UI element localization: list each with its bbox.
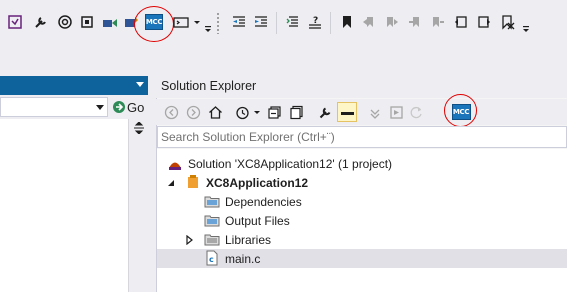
vs-icon[interactable] (6, 12, 24, 32)
left-pane-content (0, 119, 128, 292)
toolbar-separator (330, 12, 331, 34)
tree-item-label: Output Files (225, 213, 290, 228)
wrench-icon[interactable] (32, 12, 50, 32)
history-icon[interactable] (232, 102, 252, 122)
search-input[interactable]: Search Solution Explorer (Ctrl+¨) (157, 126, 567, 148)
project-icon (188, 175, 198, 188)
tree-item-dependencies[interactable]: Dependencies (157, 192, 567, 211)
main-toolbar: MCC ? (0, 0, 567, 46)
console-icon[interactable] (172, 12, 190, 32)
folder-icon (204, 215, 220, 227)
bookmark-folder-icon[interactable] (452, 12, 470, 32)
next-bookmark-icon[interactable] (383, 12, 401, 32)
solution-icon (169, 162, 181, 170)
next-in-file-icon[interactable] (429, 12, 447, 32)
clear-bookmarks-icon[interactable] (498, 12, 516, 32)
refresh-icon[interactable] (406, 102, 426, 122)
comment-icon[interactable] (284, 12, 302, 32)
chip-icon[interactable] (78, 12, 96, 32)
tree-item-libraries[interactable]: Libraries (157, 230, 567, 249)
navigation-combo[interactable] (0, 97, 108, 117)
bookmark-next-folder-icon[interactable] (475, 12, 493, 32)
left-pane-titlebar (0, 76, 148, 95)
tree-item-project[interactable]: XC8Application12 (157, 173, 567, 192)
help-icon[interactable]: ? (306, 12, 324, 32)
go-label: Go (127, 99, 145, 115)
tree-item-label: XC8Application12 (206, 175, 309, 190)
target-icon[interactable] (56, 12, 74, 32)
go-arrow-icon (113, 101, 125, 113)
collapse-all-icon[interactable] (264, 102, 284, 122)
solution-tree: Solution 'XC8Application12' (1 project) … (157, 149, 567, 292)
tree-item-label: Dependencies (225, 194, 302, 209)
mcc-icon[interactable]: MCC (451, 102, 471, 122)
prev-bookmark-icon[interactable] (360, 12, 378, 32)
tree-item-main-c[interactable]: c main.c (157, 249, 567, 268)
tree-item-label: main.c (225, 251, 261, 266)
chevron-down-icon[interactable] (193, 12, 201, 32)
solution-explorer-toolbar: MCC (156, 94, 567, 127)
tree-item-solution[interactable]: Solution 'XC8Application12' (1 project) (157, 154, 567, 173)
chevron-down-icon[interactable] (136, 82, 144, 87)
collapsed-icon[interactable] (185, 235, 195, 245)
bookmark-icon[interactable] (338, 12, 356, 32)
preview-selected-icon[interactable] (337, 102, 357, 122)
mcc-label: MCC (144, 14, 164, 30)
tree-item-output-files[interactable]: Output Files (157, 211, 567, 230)
c-file-icon: c (206, 250, 218, 266)
toolbar-grip[interactable] (216, 12, 220, 34)
expanded-icon[interactable] (166, 178, 176, 188)
overflow-icon[interactable] (204, 12, 212, 32)
pane-splitter[interactable] (148, 70, 156, 292)
tree-item-label: Solution 'XC8Application12' (1 project) (188, 156, 393, 171)
show-all-files-icon[interactable] (286, 102, 306, 122)
home-icon[interactable] (205, 102, 225, 122)
folder-icon (204, 234, 220, 246)
mcc-label: MCC (451, 104, 471, 120)
vertical-scrollbar[interactable] (128, 119, 148, 292)
split-icon[interactable] (134, 122, 144, 134)
solution-explorer-title: Solution Explorer (156, 74, 567, 98)
properties-wrench-icon[interactable] (315, 102, 335, 122)
folder-icon (204, 196, 220, 208)
svg-text:?: ? (313, 16, 318, 26)
back-icon[interactable] (161, 102, 181, 122)
sync-icon[interactable] (365, 102, 385, 122)
toolbar-separator (276, 12, 277, 34)
tree-item-label: Libraries (225, 232, 272, 247)
svg-text:c: c (209, 255, 214, 264)
build-icon[interactable] (101, 12, 119, 32)
indent-right-icon[interactable] (252, 12, 270, 32)
chevron-down-icon[interactable] (96, 105, 104, 110)
prev-in-file-icon[interactable] (406, 12, 424, 32)
mcc-icon[interactable]: MCC (144, 12, 164, 32)
disassembly-icon[interactable] (386, 102, 406, 122)
go-button[interactable]: Go (110, 97, 148, 117)
chevron-down-icon[interactable] (253, 102, 261, 122)
indent-left-icon[interactable] (230, 12, 248, 32)
overflow-icon[interactable] (522, 12, 530, 32)
forward-icon[interactable] (183, 102, 203, 122)
